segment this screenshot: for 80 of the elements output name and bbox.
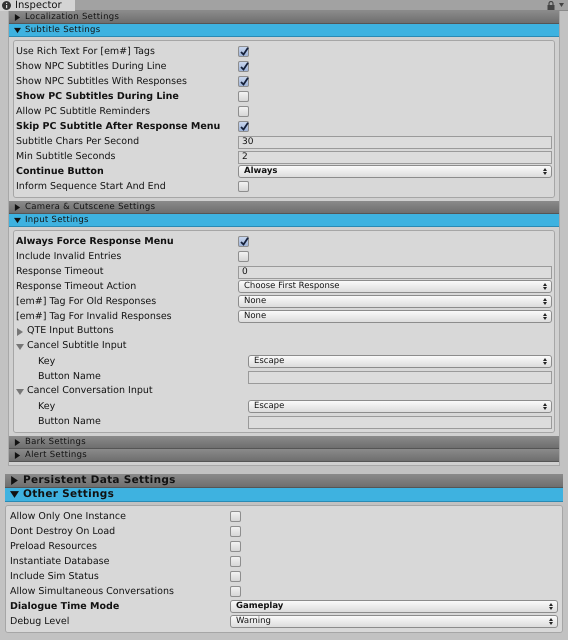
lock-icon[interactable] (547, 0, 555, 10)
dropdown[interactable]: None (238, 295, 552, 308)
updown-arrow-icon (549, 603, 553, 610)
updown-arrow-icon (543, 358, 547, 365)
section-header[interactable]: Bark Settings (9, 436, 559, 449)
field-label: Include Sim Status (10, 570, 100, 582)
field-label: Continue Button (16, 166, 105, 178)
section-header[interactable]: Other Settings (5, 488, 563, 502)
field-label: Min Subtitle Seconds (16, 150, 116, 162)
checkbox[interactable] (230, 541, 241, 552)
checkbox[interactable] (238, 236, 249, 247)
field-label: Show NPC Subtitles During Line (16, 60, 168, 72)
updown-arrow-icon (549, 618, 553, 625)
section-header[interactable]: Alert Settings (9, 449, 559, 462)
foldout-toggle[interactable]: Cancel Conversation Input (16, 384, 552, 399)
checkbox[interactable] (238, 61, 249, 72)
section-header[interactable]: Subtitle Settings (9, 24, 559, 37)
checkbox[interactable] (238, 46, 249, 57)
checkbox[interactable] (230, 526, 241, 537)
checkbox[interactable] (230, 586, 241, 597)
field-label: Always Force Response Menu (16, 236, 175, 248)
foldout-toggle[interactable]: QTE Input Buttons (16, 324, 552, 339)
field-label: Key (37, 356, 56, 368)
dropdown[interactable]: Escape (248, 400, 552, 413)
caret-icon (16, 388, 24, 396)
foldout-toggle[interactable]: Cancel Subtitle Input (16, 339, 552, 354)
info-icon (2, 1, 11, 10)
updown-arrow-icon (543, 403, 547, 410)
dropdown[interactable]: Escape (248, 355, 552, 368)
field-label: [em#] Tag For Old Responses (16, 296, 158, 308)
checkbox[interactable] (238, 251, 249, 262)
input-field[interactable]: 2 (238, 150, 552, 164)
field-label: Button Name (37, 370, 102, 382)
dropdown[interactable]: Gameplay (230, 600, 558, 613)
section-header[interactable]: Input Settings (9, 214, 559, 227)
field-label: Allow Only One Instance (10, 510, 127, 522)
checkbox[interactable] (238, 121, 249, 132)
dropdown[interactable]: Always (238, 165, 552, 178)
field-label: Dialogue Time Mode (10, 600, 120, 612)
dropdown[interactable]: None (238, 310, 552, 323)
field-label: [em#] Tag For Invalid Responses (16, 310, 173, 322)
input-field[interactable]: 0 (238, 266, 552, 278)
dropdown[interactable]: Choose First Response (238, 280, 552, 293)
input-field[interactable]: 30 (238, 136, 552, 148)
menu-icon[interactable] (559, 3, 564, 7)
field-label: Debug Level (10, 616, 70, 628)
field-label: Key (37, 400, 56, 412)
field-label: Instantiate Database (10, 556, 110, 568)
checkbox[interactable] (230, 571, 241, 582)
checkbox[interactable] (238, 181, 249, 192)
checkbox[interactable] (238, 76, 249, 87)
field-label: Preload Resources (10, 540, 98, 552)
checkbox[interactable] (230, 556, 241, 567)
field-label: Show NPC Subtitles With Responses (16, 76, 188, 88)
updown-arrow-icon (543, 283, 547, 290)
checkbox[interactable] (238, 106, 249, 117)
checkbox[interactable] (230, 511, 241, 522)
section-header[interactable]: Persistent Data Settings (5, 474, 563, 488)
field-label: Include Invalid Entries (16, 250, 122, 262)
section-header[interactable]: Localization Settings (9, 11, 559, 24)
input-field[interactable] (248, 370, 552, 384)
field-label: Skip PC Subtitle After Response Menu (16, 120, 222, 132)
updown-arrow-icon (543, 168, 547, 175)
field-label: Button Name (37, 416, 102, 428)
input-field[interactable] (248, 416, 552, 428)
dropdown[interactable]: Warning (230, 615, 558, 628)
updown-arrow-icon (543, 298, 547, 305)
updown-arrow-icon (543, 313, 547, 320)
field-label: Response Timeout Action (16, 280, 138, 292)
field-label: Allow Simultaneous Conversations (10, 586, 175, 598)
inspector-tab[interactable]: Inspector (0, 0, 75, 11)
checkbox[interactable] (238, 91, 249, 102)
field-label: Allow PC Subtitle Reminders (16, 106, 152, 118)
field-label: Show PC Subtitles During Line (16, 90, 180, 102)
field-label: Response Timeout (16, 266, 104, 278)
field-label: Dont Destroy On Load (10, 526, 116, 538)
field-label: Inform Sequence Start And End (16, 180, 167, 192)
section-header[interactable]: Camera & Cutscene Settings (9, 201, 559, 214)
field-label: Use Rich Text For [em#] Tags (16, 46, 156, 58)
field-label: Subtitle Chars Per Second (16, 136, 140, 148)
